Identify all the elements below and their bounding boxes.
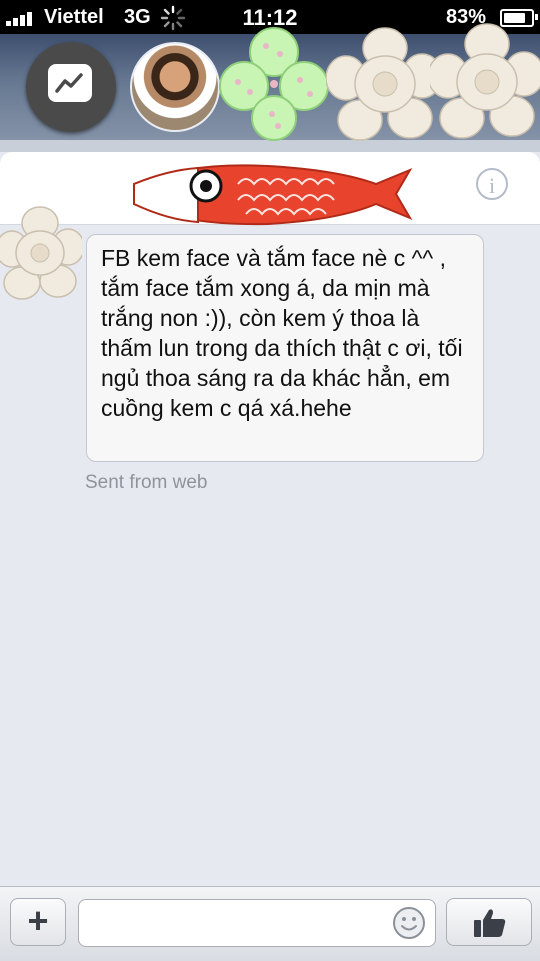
thumbs-up-icon bbox=[474, 909, 506, 937]
info-icon: i bbox=[488, 173, 496, 198]
message-source-label: Sent from web bbox=[85, 472, 208, 493]
messenger-chat-head[interactable] bbox=[26, 42, 116, 132]
contact-avatar[interactable] bbox=[130, 42, 220, 132]
plus-icon: + bbox=[27, 900, 49, 941]
emoji-icon[interactable] bbox=[392, 906, 426, 940]
clover-sticker bbox=[219, 27, 329, 141]
message-input[interactable] bbox=[78, 899, 436, 947]
paper-flower-decoration bbox=[326, 27, 443, 141]
like-button[interactable] bbox=[446, 898, 532, 946]
add-attachment-button[interactable]: + bbox=[10, 898, 66, 946]
koi-fish-decoration bbox=[133, 164, 413, 226]
messenger-icon bbox=[48, 64, 92, 102]
sender-flower-avatar bbox=[0, 206, 82, 300]
info-button[interactable]: i bbox=[476, 168, 508, 200]
paper-flower-decoration bbox=[430, 23, 540, 139]
message-bubble[interactable]: FB kem face và tắm face nè c ^^ , tắm fa… bbox=[86, 234, 484, 462]
